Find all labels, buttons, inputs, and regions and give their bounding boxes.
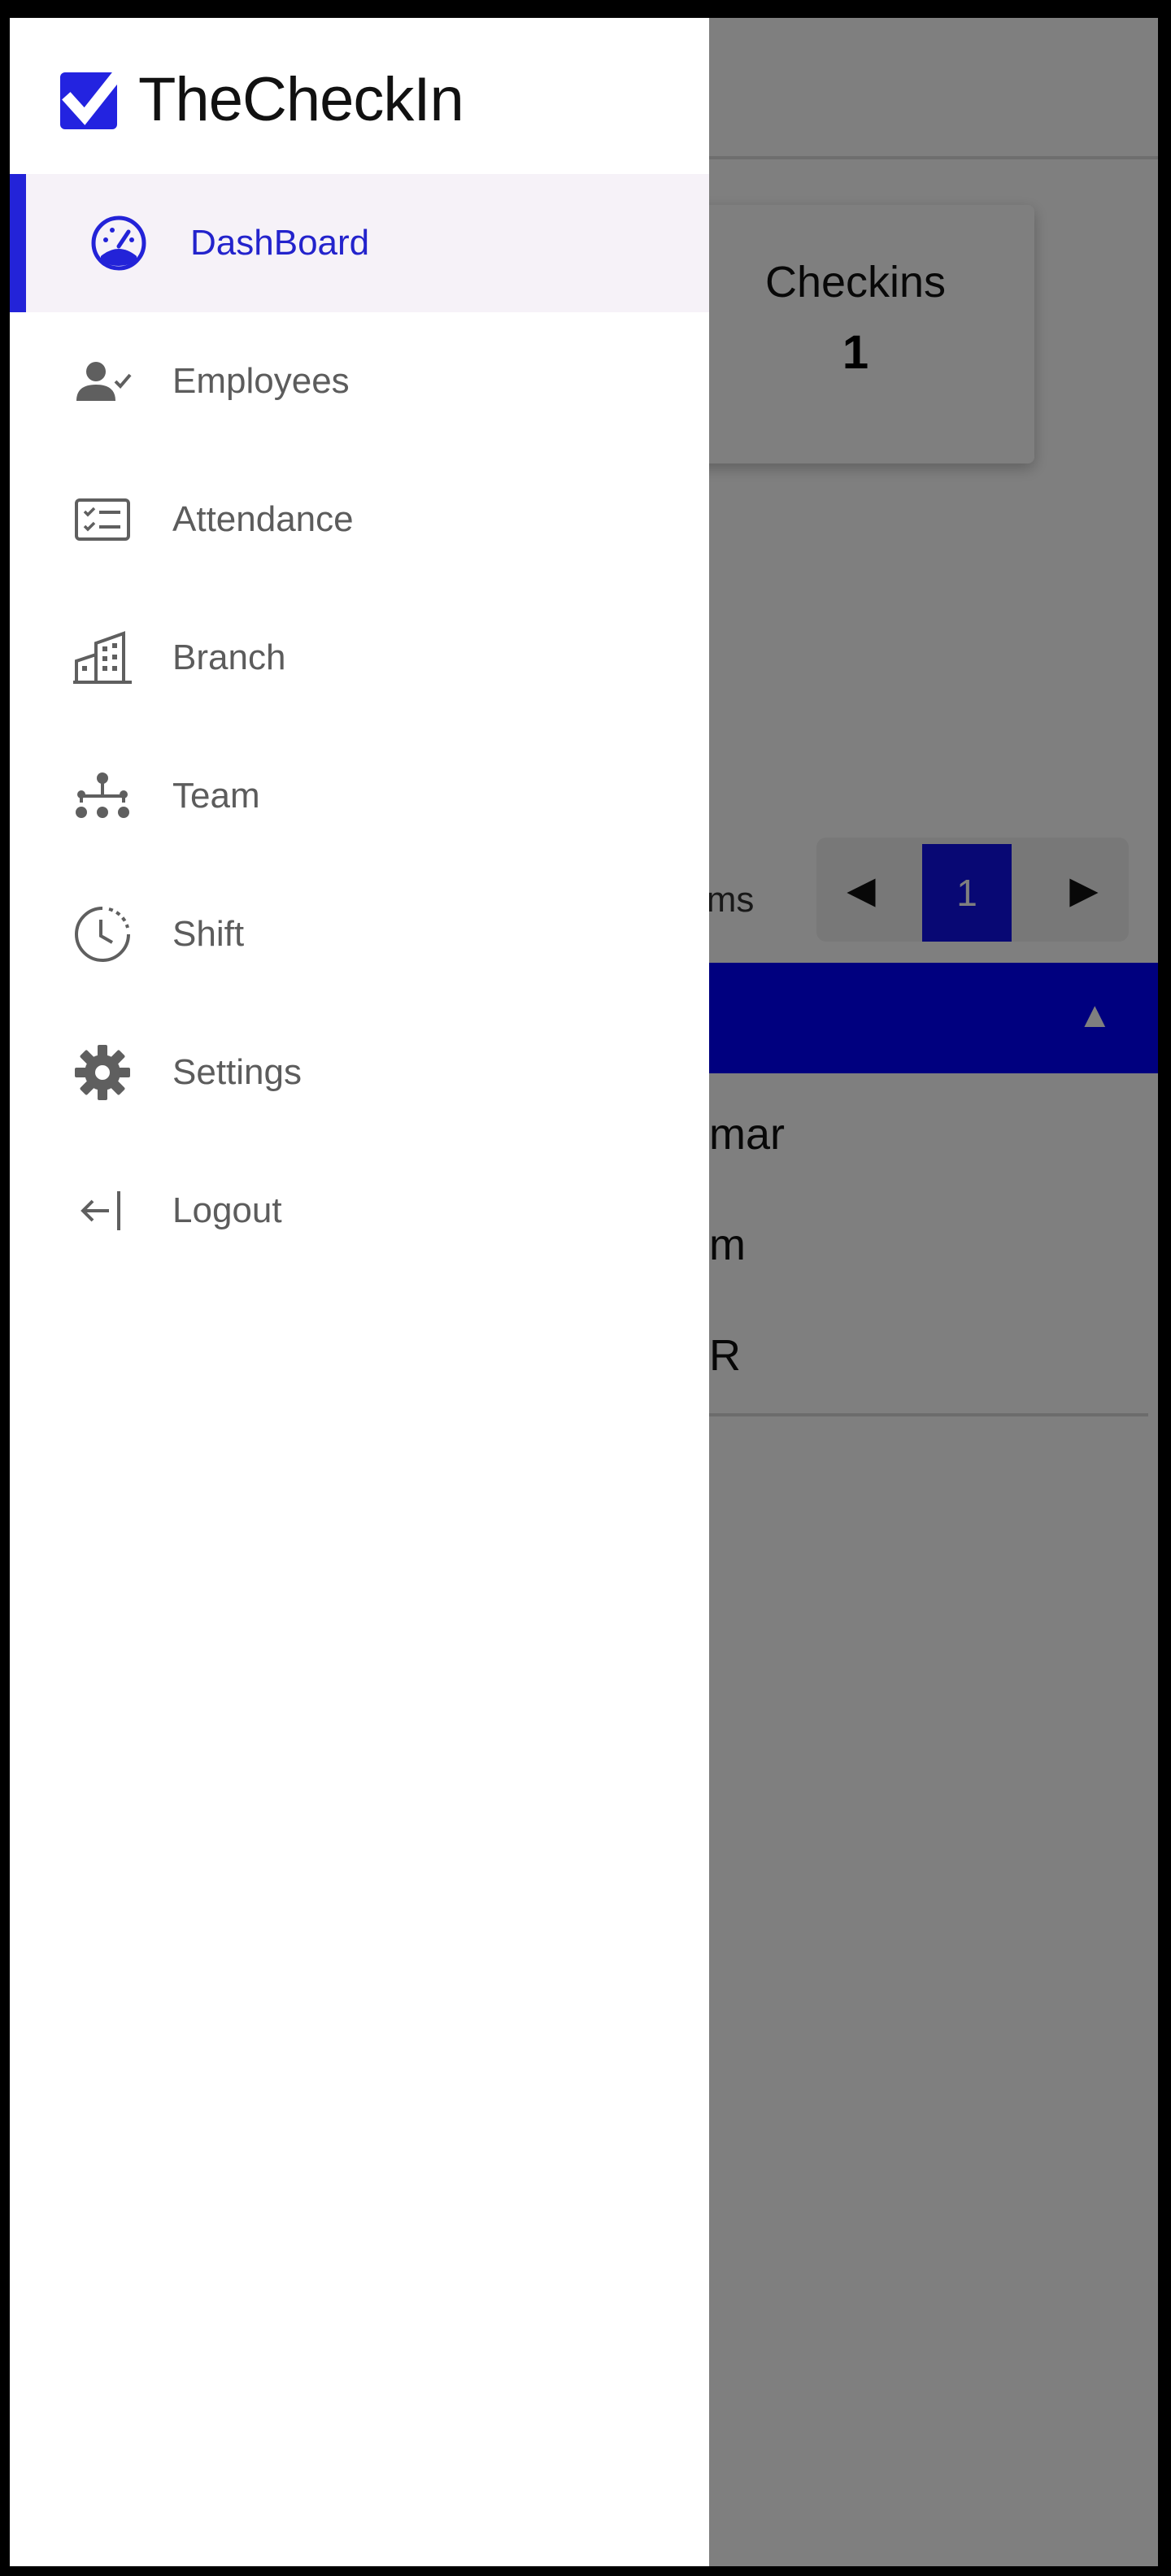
sidebar-nav: DashBoard Employees Attendance Branch Te… <box>10 174 709 1280</box>
employee-check-icon <box>73 352 132 411</box>
org-chart-icon <box>73 767 132 825</box>
sidebar-item-dashboard[interactable]: DashBoard <box>10 174 709 312</box>
gear-icon <box>73 1043 132 1102</box>
sidebar-item-branch[interactable]: Branch <box>10 589 709 727</box>
logout-arrow-icon <box>73 1181 132 1240</box>
clock-icon <box>73 905 132 964</box>
sidebar-item-label: Attendance <box>172 499 354 539</box>
sidebar-item-label: Settings <box>172 1052 302 1092</box>
checklist-icon <box>73 490 132 549</box>
sidebar-item-team[interactable]: Team <box>10 727 709 865</box>
sidebar-item-label: Logout <box>172 1190 282 1230</box>
app-frame: Checkins 1 tems ◀ 1 ▶ ▲ mar m R <box>10 18 1158 2566</box>
sidebar-item-label: Shift <box>172 914 245 954</box>
sidebar-item-label: Team <box>172 776 260 816</box>
sidebar-item-attendance[interactable]: Attendance <box>10 450 709 589</box>
building-icon <box>73 629 132 687</box>
sidebar-item-settings[interactable]: Settings <box>10 1003 709 1142</box>
navigation-drawer: TheCheckIn DashBoard Employees Attendanc… <box>10 18 709 2566</box>
dashboard-gauge-icon <box>89 214 148 272</box>
sidebar-item-label: Employees <box>172 361 350 401</box>
sidebar-item-label: Branch <box>172 637 286 677</box>
checkbox-logo-icon <box>60 66 125 129</box>
sidebar-item-logout[interactable]: Logout <box>10 1142 709 1280</box>
app-name: TheCheckIn <box>138 64 464 134</box>
sidebar-item-label: DashBoard <box>190 223 370 263</box>
sidebar-item-employees[interactable]: Employees <box>10 312 709 450</box>
sidebar-item-shift[interactable]: Shift <box>10 865 709 1003</box>
brand-logo: TheCheckIn <box>59 63 464 135</box>
